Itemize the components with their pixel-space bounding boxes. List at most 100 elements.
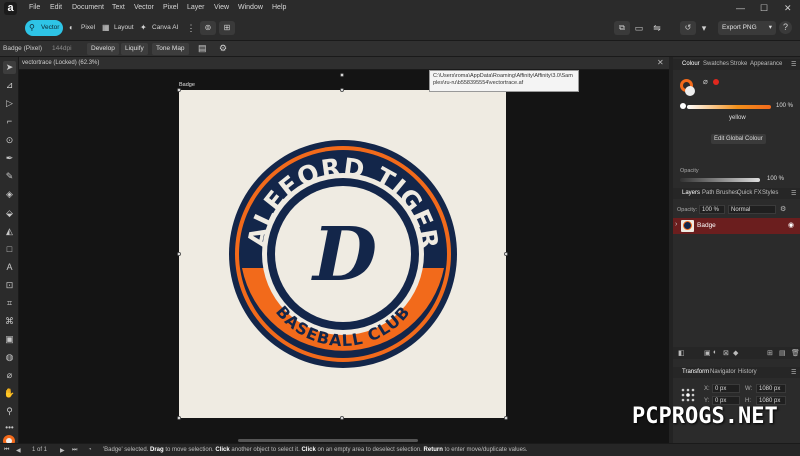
last-page-icon[interactable]: ⏭: [72, 447, 77, 454]
node-tool-icon[interactable]: ⊿: [3, 79, 16, 92]
liquify-button[interactable]: Liquify: [121, 43, 148, 55]
document-tab[interactable]: vectortrace (Locked) (62.3%) ✕: [19, 57, 669, 70]
edit-global-colour-button[interactable]: Edit Global Colour: [711, 134, 766, 144]
menu-text[interactable]: Text: [112, 4, 125, 11]
persona-layout[interactable]: ▦ Layout: [98, 20, 138, 36]
group-icon[interactable]: ◆: [733, 349, 738, 357]
more-tools-icon[interactable]: •••: [3, 421, 16, 434]
menu-view[interactable]: View: [214, 4, 229, 11]
gear-icon[interactable]: ⚙: [219, 43, 227, 54]
pencil-tool-icon[interactable]: ✎: [3, 170, 16, 183]
x-field[interactable]: 0 px: [712, 384, 740, 393]
develop-button[interactable]: Develop: [87, 43, 119, 55]
fill-tool-icon[interactable]: ⬙: [3, 207, 16, 220]
place-tool-icon[interactable]: ▣: [3, 333, 16, 346]
transform-menu-icon[interactable]: ☰: [791, 369, 796, 376]
selection-handle-b[interactable]: [340, 416, 344, 420]
horizontal-scrollbar[interactable]: [238, 439, 418, 442]
arrange-icon[interactable]: ⧉: [614, 21, 630, 35]
tab-colour[interactable]: Colour: [682, 61, 700, 67]
badge-artwork[interactable]: DALEFORD TIGERS BASEBALL CLUB D: [168, 67, 506, 418]
menu-window[interactable]: Window: [238, 4, 263, 11]
pen-tool-icon[interactable]: ✒: [3, 152, 16, 165]
assistant-dropdown-icon[interactable]: ▾: [697, 21, 711, 35]
layer-settings-icon[interactable]: ⚙: [780, 205, 786, 213]
tab-layers[interactable]: Layers: [682, 190, 700, 196]
selection-handle-br[interactable]: [504, 416, 508, 420]
persona-canva-ai[interactable]: ✦ Canva AI: [136, 20, 184, 36]
maximize-icon[interactable]: ☐: [760, 3, 768, 14]
rotate-handle[interactable]: [340, 73, 344, 77]
tab-navigator[interactable]: Navigator: [710, 369, 736, 375]
first-page-icon[interactable]: ⏮: [4, 447, 9, 454]
tab-path-brushes[interactable]: Path Brushes: [702, 190, 738, 196]
visibility-eye-icon[interactable]: ◉: [788, 221, 794, 229]
expand-icon[interactable]: ›: [675, 221, 677, 228]
menu-layer[interactable]: Layer: [187, 4, 205, 11]
zoom-tool-icon[interactable]: ⚲: [3, 405, 16, 418]
selection-handle-bl[interactable]: [177, 416, 181, 420]
pointer-tool-icon[interactable]: ▷: [3, 97, 16, 110]
frame-text-tool-icon[interactable]: ⊡: [3, 279, 16, 292]
flip-icon[interactable]: ⇋: [650, 21, 664, 35]
w-field[interactable]: 1080 px: [756, 384, 786, 393]
menu-edit[interactable]: Edit: [50, 4, 62, 11]
snapping-icon[interactable]: ⊚: [200, 21, 216, 35]
export-button[interactable]: Export PNG ▾: [718, 21, 776, 35]
prev-page-icon[interactable]: ◀: [16, 447, 21, 454]
align-icon[interactable]: ▭: [632, 21, 646, 35]
delete-layer-icon[interactable]: 🗑: [791, 349, 800, 357]
tab-swatches[interactable]: Swatches: [703, 61, 729, 67]
tab-transform[interactable]: Transform: [682, 369, 709, 375]
blend-mode-select[interactable]: Normal: [728, 205, 776, 214]
new-pixel-layer-icon[interactable]: ▤: [779, 349, 786, 357]
grid-icon[interactable]: ▤: [198, 43, 207, 54]
crop-tool-icon[interactable]: ⌗: [3, 297, 16, 310]
more-options-icon[interactable]: ⋮: [184, 21, 198, 35]
persona-vector[interactable]: ⚲ Vector: [25, 20, 63, 36]
move-tool-icon[interactable]: ➤: [3, 61, 16, 74]
tab-history[interactable]: History: [738, 369, 757, 375]
fill-swatch-icon[interactable]: [685, 86, 695, 96]
fx-icon[interactable]: ▣: [704, 349, 711, 357]
selection-handle-l[interactable]: [177, 252, 181, 256]
hue-slider[interactable]: [687, 105, 771, 109]
hand-tool-icon[interactable]: ✋: [3, 387, 16, 400]
minimize-icon[interactable]: —: [736, 3, 745, 13]
gradient-tool-icon[interactable]: ◭: [3, 225, 16, 238]
layer-row-badge[interactable]: › Badge ◉: [673, 218, 800, 234]
adjustment-icon[interactable]: ◧: [678, 349, 685, 357]
panel-menu-icon[interactable]: ☰: [791, 61, 796, 68]
live-filter-icon[interactable]: ⊠: [723, 349, 729, 357]
layers-menu-icon[interactable]: ☰: [791, 190, 796, 197]
contour-tool-icon[interactable]: ⊙: [3, 134, 16, 147]
vector-crop-tool-icon[interactable]: ⌘: [3, 315, 16, 328]
affinity-logo[interactable]: a: [4, 2, 17, 15]
tab-styles[interactable]: Styles: [762, 190, 778, 196]
opacity-slider[interactable]: [680, 178, 760, 182]
close-icon[interactable]: ✕: [784, 3, 792, 14]
menu-file[interactable]: File: [29, 4, 40, 11]
eyedropper-tool-icon[interactable]: ⌀: [3, 369, 16, 382]
transform-origin-icon[interactable]: ⊞: [219, 21, 235, 35]
rectangle-tool-icon[interactable]: □: [3, 243, 16, 256]
selection-handle-tl[interactable]: [177, 88, 181, 92]
brush-tool-icon[interactable]: ◈: [3, 188, 16, 201]
hue-slider-handle[interactable]: [680, 103, 686, 109]
add-layer-icon[interactable]: ⊞: [767, 349, 773, 357]
anchor-grid-icon[interactable]: [681, 388, 695, 402]
corner-tool-icon[interactable]: ⌐: [3, 115, 16, 128]
menu-document[interactable]: Document: [72, 4, 104, 11]
assistant-icon[interactable]: ↺: [680, 21, 696, 35]
text-tool-icon[interactable]: A: [3, 261, 16, 274]
recent-colour-icon[interactable]: [713, 79, 719, 85]
selection-handle-r[interactable]: [504, 252, 508, 256]
eyedropper-icon[interactable]: ⌀: [703, 77, 708, 86]
tab-stroke[interactable]: Stroke: [730, 61, 747, 67]
menu-help[interactable]: Help: [272, 4, 286, 11]
tab-appearance[interactable]: Appearance: [750, 61, 782, 67]
layer-opacity-field[interactable]: 100 %: [699, 205, 725, 214]
artboard[interactable]: DALEFORD TIGERS BASEBALL CLUB D: [168, 67, 506, 418]
persona-pixel[interactable]: ◐ Pixel: [65, 20, 99, 36]
menu-vector[interactable]: Vector: [134, 4, 154, 11]
